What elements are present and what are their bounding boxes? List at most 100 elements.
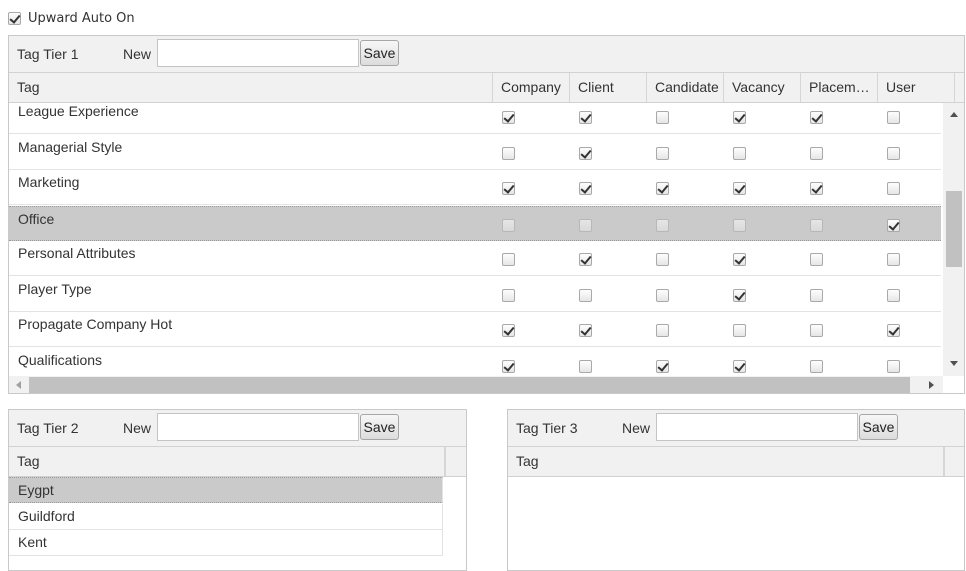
tier-1-checkbox-3[interactable] [656, 182, 669, 195]
tier-1-checkbox-6[interactable] [887, 324, 900, 337]
tier-1-row[interactable]: League Experience [9, 103, 941, 134]
tier-1-checkbox-4[interactable] [733, 146, 746, 160]
tier-1-column-col-1[interactable]: Company [493, 73, 570, 102]
tier-3-column-tag[interactable]: Tag [508, 447, 944, 476]
tier-1-checkbox-2[interactable] [579, 359, 592, 373]
tier-2-column-tag[interactable]: Tag [9, 447, 445, 476]
tier-1-checkbox-4[interactable] [733, 218, 746, 232]
tier-1-checkbox-5[interactable] [810, 218, 823, 232]
tier-1-header-spacer [955, 73, 964, 102]
tier-1-checkbox-1[interactable] [502, 111, 515, 124]
tier-1-row[interactable]: Office [9, 205, 941, 241]
tier-3-grid-body [508, 477, 942, 570]
scroll-left-arrow-icon[interactable] [16, 381, 21, 389]
tier-1-row-tag: Marketing [18, 174, 80, 190]
tier-1-checkbox-4[interactable] [733, 111, 746, 124]
tier-1-checkbox-6[interactable] [887, 218, 900, 232]
upward-auto-option[interactable]: Upward Auto On [8, 8, 135, 28]
tier-1-checkbox-1[interactable] [502, 253, 515, 266]
tier-1-checkbox-1[interactable] [502, 182, 515, 195]
tier-1-vertical-scrollbar[interactable] [943, 103, 964, 376]
tier-1-checkbox-5[interactable] [810, 288, 823, 302]
tier-1-checkbox-3[interactable] [656, 324, 669, 337]
tier-1-column-col-4[interactable]: Vacancy [724, 73, 801, 102]
tier-1-checkbox-3[interactable] [656, 253, 669, 266]
tier-1-checkbox-6[interactable] [887, 288, 900, 302]
tier-1-checkbox-5[interactable] [810, 111, 823, 124]
tier-1-checkbox-4[interactable] [733, 288, 746, 302]
tier-1-checkbox-6[interactable] [887, 359, 900, 373]
tier-1-row[interactable]: Managerial Style [9, 134, 941, 170]
tier-1-checkbox-3[interactable] [656, 146, 669, 160]
tier-1-checkbox-1[interactable] [502, 324, 515, 337]
tier-1-checkbox-4[interactable] [733, 324, 746, 337]
tier-2-row-tag: Kent [18, 534, 47, 550]
tier-1-grid-body: League Experience Managerial Style Marketi… [9, 103, 941, 376]
tier-2-new-label: New [123, 420, 152, 436]
tier-1-checkbox-4[interactable] [733, 253, 746, 266]
tier-1-checkbox-2[interactable] [579, 253, 592, 266]
tier-1-checkbox-6[interactable] [887, 182, 900, 195]
tier-3-save-button[interactable]: Save [859, 414, 898, 440]
tier-1-checkbox-4[interactable] [733, 359, 746, 373]
tier-2-save-button[interactable]: Save [360, 414, 399, 440]
tier-1-title: Tag Tier 1 [17, 46, 79, 62]
tier-1-checkbox-2[interactable] [579, 146, 592, 160]
tier-1-row-tag: Propagate Company Hot [18, 316, 173, 332]
tier-3-toolbar: Tag Tier 3 New Save [508, 410, 964, 447]
tier-1-new-input[interactable] [157, 39, 359, 67]
tier-2-header-spacer [445, 447, 466, 476]
tier-1-column-col-3[interactable]: Candidate [647, 73, 724, 102]
tier-1-checkbox-1[interactable] [502, 146, 515, 160]
tier-1-row-tag: Office [18, 210, 55, 227]
tier-1-vertical-scroll-thumb[interactable] [946, 191, 962, 267]
tier-1-row[interactable]: Player Type [9, 276, 941, 312]
tier-1-checkbox-6[interactable] [887, 146, 900, 160]
tier-1-row-tag: Player Type [18, 280, 92, 297]
tier-1-checkbox-3[interactable] [656, 359, 669, 373]
tier-1-checkbox-6[interactable] [887, 253, 900, 266]
tier-1-checkbox-2[interactable] [579, 288, 592, 302]
tier-2-row[interactable]: Guildford [9, 503, 443, 530]
tier-1-checkbox-1[interactable] [502, 288, 515, 302]
tier-1-checkbox-3[interactable] [656, 218, 669, 232]
tier-1-checkbox-2[interactable] [579, 218, 592, 232]
tier-3-new-input[interactable] [656, 413, 858, 441]
tier-2-row-tag: Eygpt [18, 482, 54, 498]
tier-1-row[interactable]: Personal Attributes [9, 241, 941, 276]
tier-1-checkbox-2[interactable] [579, 324, 592, 337]
tier-1-checkbox-2[interactable] [579, 182, 592, 195]
tier-1-checkbox-6[interactable] [887, 111, 900, 124]
tier-1-checkbox-5[interactable] [810, 146, 823, 160]
tier-1-column-col-6[interactable]: User [878, 73, 955, 102]
tier-1-column-tag[interactable]: Tag [9, 73, 493, 102]
tier-2-row[interactable]: Kent [9, 530, 443, 556]
tier-1-row[interactable]: Qualifications [9, 347, 941, 376]
tier-1-horizontal-scrollbar[interactable] [9, 376, 943, 393]
tier-1-checkbox-4[interactable] [733, 182, 746, 195]
tier-2-new-input[interactable] [157, 413, 359, 441]
tier-1-checkbox-3[interactable] [656, 288, 669, 302]
tier-2-title: Tag Tier 2 [17, 420, 79, 436]
tier-1-row[interactable]: Propagate Company Hot [9, 312, 941, 347]
tier-1-save-button[interactable]: Save [360, 40, 399, 66]
tier-1-horizontal-scroll-thumb[interactable] [29, 377, 910, 393]
tier-2-row[interactable]: Eygpt [9, 477, 443, 503]
tier-1-row[interactable]: Marketing [9, 170, 941, 205]
tier-1-checkbox-1[interactable] [502, 218, 515, 232]
tier-1-checkbox-2[interactable] [579, 111, 592, 124]
tier-1-row-tag: League Experience [18, 103, 139, 119]
tier-1-checkbox-3[interactable] [656, 111, 669, 124]
scroll-down-arrow-icon[interactable] [950, 361, 958, 366]
upward-auto-checkbox[interactable] [8, 11, 21, 25]
tier-1-checkbox-1[interactable] [502, 359, 515, 373]
scroll-right-arrow-icon[interactable] [929, 381, 934, 389]
tier-1-column-col-5[interactable]: Placem… [801, 73, 878, 102]
tier-1-column-col-2[interactable]: Client [570, 73, 647, 102]
scroll-up-arrow-icon[interactable] [950, 112, 958, 117]
tier-1-checkbox-5[interactable] [810, 359, 823, 373]
tier-1-checkbox-5[interactable] [810, 324, 823, 337]
tier-1-checkbox-5[interactable] [810, 182, 823, 195]
tier-1-checkbox-5[interactable] [810, 253, 823, 266]
tier-3-new-label: New [622, 420, 651, 436]
